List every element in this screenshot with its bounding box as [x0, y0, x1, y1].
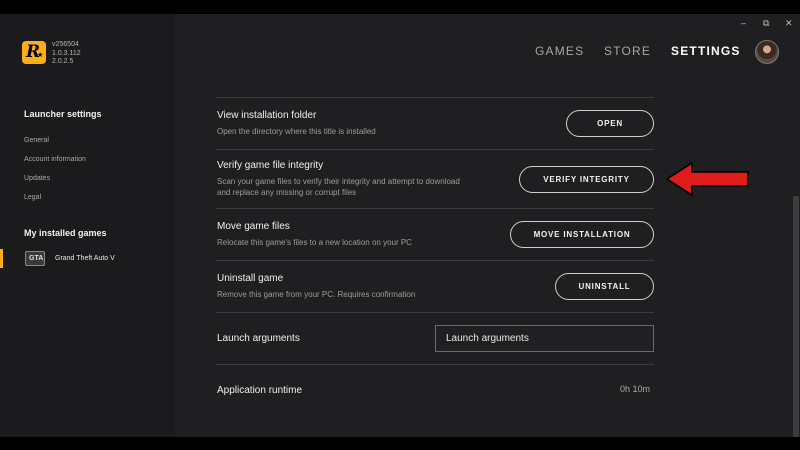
version-line: 1.0.3.112	[52, 49, 81, 57]
sidebar-item-updates[interactable]: Updates	[24, 175, 50, 182]
installed-games-heading: My installed games	[24, 228, 107, 238]
move-files-desc: Relocate this game's files to a new loca…	[217, 238, 412, 247]
letterbox-top	[0, 0, 800, 14]
minimize-button[interactable]: –	[741, 18, 746, 28]
rockstar-logo[interactable]: R ★	[22, 41, 46, 64]
row-divider	[216, 312, 654, 313]
restore-button[interactable]: ⧉	[763, 18, 769, 28]
uninstall-title: Uninstall game	[217, 273, 284, 284]
row-divider	[216, 208, 654, 209]
move-files-title: Move game files	[217, 221, 290, 232]
nav-store[interactable]: STORE	[604, 44, 651, 58]
row-divider	[216, 149, 654, 150]
row-divider	[216, 260, 654, 261]
view-folder-desc: Open the directory where this title is i…	[217, 127, 376, 136]
arrow-shape	[665, 161, 749, 197]
active-indicator	[0, 249, 3, 268]
sidebar-item-account-information[interactable]: Account information	[24, 156, 86, 163]
open-button[interactable]: OPEN	[566, 110, 654, 137]
move-installation-button[interactable]: MOVE INSTALLATION	[510, 221, 654, 248]
sidebar-item-gta-v[interactable]: GTA Grand Theft Auto V	[0, 247, 175, 271]
application-runtime-value: 0h 10m	[619, 384, 650, 394]
launcher-settings-heading: Launcher settings	[24, 109, 102, 119]
version-info: v256504 1.0.3.112 2.0.2.5	[52, 41, 81, 67]
uninstall-button[interactable]: UNINSTALL	[555, 273, 654, 300]
row-divider	[216, 364, 654, 365]
gta-v-game-icon: GTA	[25, 251, 45, 266]
row-divider	[216, 97, 654, 98]
game-icon-text: GTA	[29, 255, 44, 262]
verify-integrity-desc: Scan your game files to verify their int…	[217, 177, 460, 198]
view-folder-title: View installation folder	[217, 110, 317, 121]
red-arrow-annotation	[665, 161, 749, 197]
logo-star-icon: ★	[37, 52, 44, 59]
scrollbar-thumb[interactable]	[793, 196, 799, 437]
version-line: 2.0.2.5	[52, 58, 74, 65]
verify-desc-line: Scan your game files to verify their int…	[217, 177, 460, 186]
verify-integrity-button[interactable]: VERIFY INTEGRITY	[519, 166, 654, 193]
sidebar-item-legal[interactable]: Legal	[24, 194, 41, 201]
nav-games[interactable]: GAMES	[535, 44, 584, 58]
launch-arguments-input[interactable]	[435, 325, 654, 352]
verify-desc-line: and replace any missing or corrupt files	[217, 187, 357, 197]
game-name: Grand Theft Auto V	[55, 255, 115, 262]
nav-settings[interactable]: SETTINGS	[671, 44, 741, 58]
version-line: v256504	[52, 41, 79, 48]
profile-avatar[interactable]	[755, 40, 779, 64]
sidebar	[0, 14, 175, 437]
application-runtime-title: Application runtime	[217, 385, 303, 396]
launch-arguments-title: Launch arguments	[217, 333, 300, 344]
verify-integrity-title: Verify game file integrity	[217, 160, 324, 171]
uninstall-desc: Remove this game from your PC. Requires …	[217, 290, 416, 299]
letterbox-bottom	[0, 437, 800, 450]
sidebar-item-general[interactable]: General	[24, 137, 49, 144]
